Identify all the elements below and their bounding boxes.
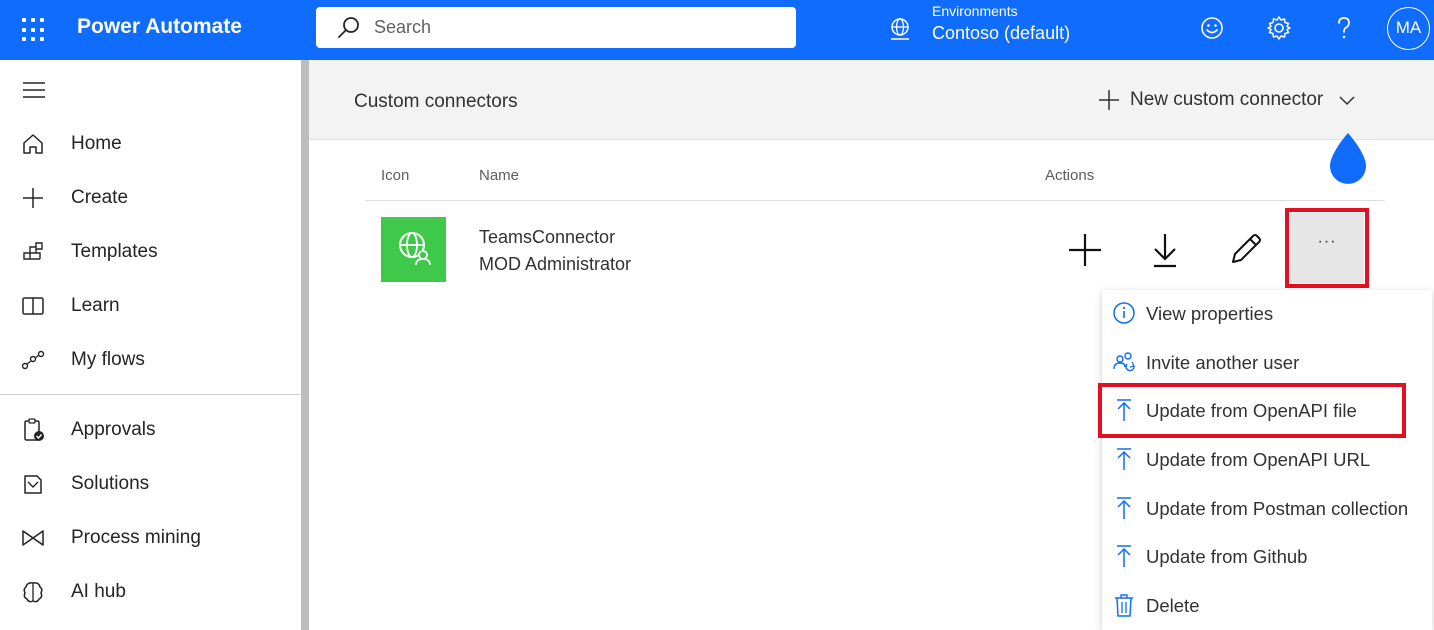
download-icon[interactable] [1147,232,1183,268]
sidebar-item-label: Create [71,187,129,208]
plus-icon [23,188,43,208]
search-input[interactable] [374,15,774,40]
upload-icon [1117,497,1131,519]
connector-name[interactable]: TeamsConnector [479,227,615,248]
menu-item-label: Invite another user [1146,352,1300,373]
chevron-down-icon [1339,96,1355,106]
plus-icon [1099,90,1119,110]
menu-item-label: Update from Postman collection [1146,498,1409,519]
solutions-icon [24,475,42,494]
menu-item-view-properties[interactable]: View properties [1102,290,1432,338]
menu-item-label: View properties [1146,303,1274,324]
brain-icon [23,582,43,603]
menu-item-update-openapi-url[interactable]: Update from OpenAPI URL [1102,436,1432,484]
more-actions-background: ··· [1290,213,1364,283]
environment-globe-icon [891,18,909,40]
menu-item-invite-user[interactable]: Invite another user [1102,339,1432,387]
top-bar: Power Automate Environments Contoso (def… [0,0,1434,60]
sidebar-item-solutions[interactable]: Solutions [0,459,301,509]
clipboard-check-icon [24,418,44,441]
environment-label[interactable]: Environments [932,3,1018,19]
menu-item-label: Update from OpenAPI URL [1146,449,1371,470]
connector-logo [381,217,446,282]
column-header-icon[interactable]: Icon [381,167,409,184]
sidebar-item-label: Approvals [71,419,156,440]
templates-icon [23,242,43,260]
app-title[interactable]: Power Automate [77,15,242,39]
menu-item-update-github[interactable]: Update from Github [1102,533,1432,581]
sidebar-item-label: Solutions [71,473,150,494]
app-launcher-icon[interactable] [20,16,48,44]
environment-name[interactable]: Contoso (default) [932,23,1070,44]
menu-item-update-postman[interactable]: Update from Postman collection [1102,485,1432,533]
help-icon[interactable] [1330,14,1358,42]
info-icon [1113,302,1135,324]
sidebar-item-label: Learn [71,295,120,316]
upload-icon [1117,448,1131,470]
column-header-actions: Actions [1045,167,1095,184]
trash-icon [1115,594,1133,617]
globe-user-icon [399,232,431,266]
sidebar-item-templates[interactable]: Templates [0,227,301,277]
sidebar-item-label: My flows [71,349,145,370]
sidebar-item-label: Home [71,133,122,154]
search-box[interactable] [316,7,796,48]
new-custom-connector-button[interactable]: New custom connector [1097,86,1357,114]
smiley-feedback-icon[interactable] [1198,14,1226,42]
hamburger-menu-icon[interactable] [22,80,46,100]
search-icon [338,17,359,38]
sidebar-item-process-mining[interactable]: Process mining [0,513,301,563]
command-bar: Custom connectors New custom connector [309,60,1434,140]
sidebar-item-home[interactable]: Home [0,119,301,169]
sidebar-item-label: AI hub [71,581,126,602]
avatar[interactable]: MA [1387,7,1430,50]
header-divider [365,200,1385,201]
sidebar-item-approvals[interactable]: Approvals [0,405,301,455]
process-mining-icon [22,530,44,546]
sidebar-item-create[interactable]: Create [0,173,301,223]
connector-owner: MOD Administrator [479,254,632,274]
gear-icon[interactable] [1265,14,1293,42]
sidebar-item-learn[interactable]: Learn [0,281,301,331]
sidebar-divider [0,394,301,395]
column-header-name[interactable]: Name [479,167,519,184]
more-actions-button[interactable]: ··· [1285,208,1369,288]
sidebar-item-label: Process mining [71,527,201,548]
menu-item-label: Update from Github [1146,546,1308,567]
book-icon [22,297,44,315]
add-icon[interactable] [1067,232,1103,268]
edit-pencil-icon[interactable] [1227,232,1263,268]
upload-icon [1117,399,1131,421]
page-title: Custom connectors [354,91,518,112]
menu-item-label: Update from OpenAPI file [1146,400,1357,421]
home-icon [23,134,43,154]
menu-item-delete[interactable]: Delete [1102,582,1432,630]
connector-context-menu: View properties Invite another user Upda… [1102,290,1432,630]
flows-icon [21,350,45,370]
sidebar-item-label: Templates [71,241,158,262]
cursor-drop-marker-icon [1330,133,1366,184]
upload-icon [1117,545,1131,567]
more-dots-icon: ··· [1317,233,1337,250]
new-custom-connector-label: New custom connector [1130,89,1324,110]
sidebar-scrollbar[interactable] [301,60,309,630]
menu-item-update-openapi-file[interactable]: Update from OpenAPI file [1102,387,1432,435]
sidebar-item-ai-hub[interactable]: AI hub [0,567,301,617]
sidebar: Home Create Templates Learn My flows App… [0,60,301,630]
invite-user-icon [1113,352,1135,372]
menu-item-label: Delete [1146,595,1200,616]
sidebar-item-my-flows[interactable]: My flows [0,335,301,385]
